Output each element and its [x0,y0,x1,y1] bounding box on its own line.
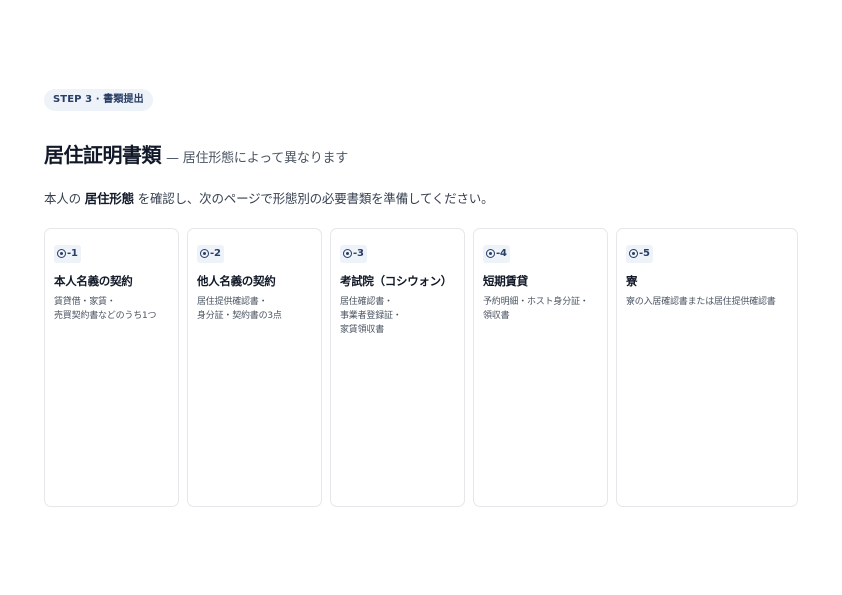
card-description: 居住確認書・ 事業者登録証・ 家賃領収書 [340,295,455,337]
card-tag: -4 [483,244,510,263]
page-title-row: 居住証明書類 — 居住形態によって異なります [44,139,798,169]
intro-text: 本人の 居住形態 を確認し、次のページで形態別の必要書類を準備してください。 [44,190,798,208]
circle-icon [57,249,66,258]
step-badge: STEP 3 · 書類提出 [44,89,153,111]
card-desc-line: 賃貸借・家賃・ [54,296,116,307]
page-subtitle: — 居住形態によって異なります [166,151,349,166]
card-description: 居住提供確認書・ 身分証・契約書の3点 [197,295,312,323]
card-desc-line: 領収書 [483,310,510,321]
card-desc-line: 居住提供確認書・ [197,296,268,307]
intro-before: 本人の [44,191,85,206]
intro-after: を確認し、次のページで形態別の必要書類を準備してください。 [133,191,494,206]
card-description: 予約明細・ホスト身分証・ 領収書 [483,295,598,323]
residence-card-3: -3 考試院（コシウォン） 居住確認書・ 事業者登録証・ 家賃領収書 [330,228,465,507]
card-tag-label: -4 [496,247,507,259]
residence-type-cards: -1 本人名義の契約 賃貸借・家賃・ 売買契約書などのうち1つ -2 他人名義の… [44,228,798,509]
intro-emphasis: 居住形態 [84,191,134,206]
residence-card-2: -2 他人名義の契約 居住提供確認書・ 身分証・契約書の3点 [187,228,322,507]
card-tag-label: -2 [210,247,221,259]
card-desc-line: 売買契約書などのうち1つ [54,310,157,321]
card-tag-label: -3 [353,247,364,259]
card-title: 短期賃貸 [483,273,528,288]
card-desc-line: 居住確認書・ [340,296,393,307]
circle-icon [629,249,638,258]
card-desc-line: 予約明細・ホスト身分証・ [483,296,589,307]
card-desc-line: 寮の入居確認書または居住提供確認書 [626,296,776,307]
residence-card-1: -1 本人名義の契約 賃貸借・家賃・ 売買契約書などのうち1つ [44,228,179,507]
card-tag-label: -1 [67,247,78,259]
card-desc-line: 家賃領収書 [340,324,385,335]
card-description: 賃貸借・家賃・ 売買契約書などのうち1つ [54,295,169,323]
card-title: 考試院（コシウォン） [340,273,452,288]
card-desc-line: 事業者登録証・ [340,310,402,321]
card-tag: -1 [54,244,81,263]
circle-icon [343,249,352,258]
residence-card-5: -5 寮 寮の入居確認書または居住提供確認書 [616,228,798,507]
residence-card-4: -4 短期賃貸 予約明細・ホスト身分証・ 領収書 [473,228,608,507]
circle-icon [486,249,495,258]
card-tag: -5 [626,244,653,263]
card-title: 他人名義の契約 [197,273,276,288]
card-tag-label: -5 [639,247,650,259]
circle-icon [200,249,209,258]
page-content: STEP 3 · 書類提出 居住証明書類 — 居住形態によって異なります 本人の… [44,87,798,507]
card-title: 本人名義の契約 [54,273,133,288]
card-desc-line: 身分証・契約書の3点 [197,310,282,321]
card-description: 寮の入居確認書または居住提供確認書 [626,295,788,309]
card-tag: -3 [340,244,367,263]
page-title: 居住証明書類 [44,143,162,167]
card-title: 寮 [626,273,638,288]
card-tag: -2 [197,244,224,263]
